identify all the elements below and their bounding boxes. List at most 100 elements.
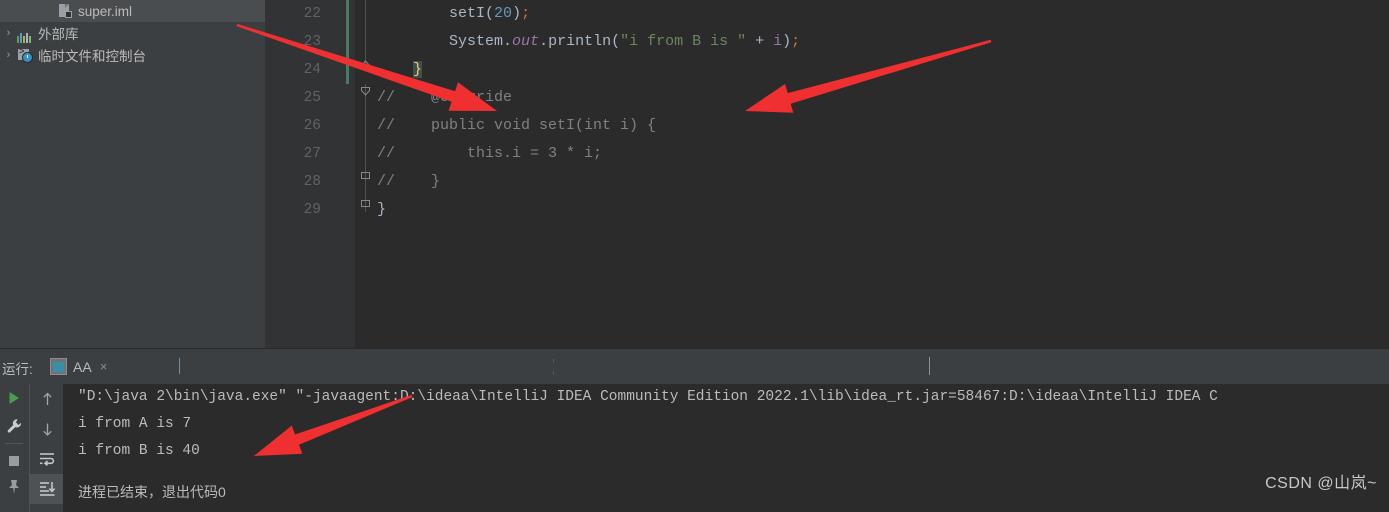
console-line: i from A is 7 <box>78 416 192 432</box>
tree-item-1[interactable]: › 外部库 <box>0 22 265 44</box>
wrench-icon <box>7 418 21 433</box>
code-line[interactable]: } <box>377 56 1389 84</box>
tree-item-label: 临时文件和控制台 <box>38 49 146 64</box>
tab-divider-right <box>929 357 930 375</box>
fold-end-icon-line29[interactable] <box>359 197 372 210</box>
code-token: } <box>413 61 423 78</box>
code-token: out <box>512 33 540 50</box>
editor-gutter[interactable]: 22 23 24 25 26 27 28 29 <box>265 0 355 348</box>
run-button[interactable] <box>0 384 28 412</box>
code-token: ( <box>611 33 621 50</box>
scroll-to-end-button[interactable] <box>30 474 64 504</box>
arrow-up-icon <box>42 392 52 405</box>
tab-tick-lower <box>553 371 554 375</box>
code-token: // this.i = 3 * i; <box>377 145 603 162</box>
line-number[interactable]: 26 <box>265 112 355 140</box>
ide-window: ›super.iml › 外部库 › 临时文件和控制台 2223242526272829 <box>0 0 1389 512</box>
line-number[interactable]: 23 <box>265 28 355 56</box>
scroll-down-button[interactable] <box>30 414 64 444</box>
code-token: 20 <box>494 5 513 22</box>
code-text-area[interactable]: setI(20); System.out.println("i from B i… <box>377 0 1389 348</box>
code-token: } <box>377 201 387 218</box>
code-editor[interactable]: 22 23 24 25 26 27 28 29 setI(20); System… <box>265 0 1389 348</box>
code-token: System <box>449 33 504 50</box>
run-actions-toolbar[interactable] <box>0 384 28 512</box>
code-folding-rail[interactable] <box>355 0 377 348</box>
scroll-to-end-icon <box>40 482 56 496</box>
pin-button[interactable] <box>0 475 28 493</box>
chevron-right-icon[interactable]: › <box>0 49 17 61</box>
scratches-consoles-icon <box>17 47 33 63</box>
tree-item-label: 外部库 <box>38 27 79 42</box>
console-actions-toolbar[interactable] <box>29 384 64 512</box>
code-line[interactable]: setI(20); <box>377 0 1389 28</box>
code-line[interactable]: System.out.println("i from B is " + i); <box>377 28 1389 56</box>
code-line[interactable]: // } <box>377 168 1389 196</box>
console-line: 进程已结束，退出代码0 <box>78 484 226 500</box>
code-token: // } <box>377 173 441 190</box>
iml-file-icon <box>57 3 73 19</box>
tree-item-2[interactable]: › 临时文件和控制台 <box>0 44 265 66</box>
vcs-change-marker <box>346 0 349 84</box>
fold-expand-icon-line25[interactable] <box>359 86 372 99</box>
csdn-watermark: CSDN @山岚~ <box>1265 475 1377 492</box>
tree-item-label: super.iml <box>78 3 133 19</box>
console-output[interactable]: "D:\java 2\bin\java.exe" "-javaagent:D:\… <box>63 384 1389 512</box>
line-number[interactable]: 27 <box>265 140 355 168</box>
arrow-down-icon <box>42 423 52 436</box>
code-token: // @Override <box>377 89 513 106</box>
code-line[interactable]: // public void setI(int i) { <box>377 112 1389 140</box>
code-token: "i from B is " <box>620 33 747 50</box>
line-number[interactable]: 22 <box>265 0 355 28</box>
tab-tick-upper <box>553 359 554 363</box>
code-token: + <box>746 33 774 50</box>
run-config-icon <box>50 358 67 375</box>
line-number[interactable]: 28 <box>265 168 355 196</box>
code-token: ) <box>512 5 522 22</box>
console-line: i from B is 40 <box>78 443 200 459</box>
code-line[interactable]: } <box>377 196 1389 224</box>
console-line: "D:\java 2\bin\java.exe" "-javaagent:D:\… <box>78 389 1218 405</box>
play-icon <box>9 392 19 404</box>
soft-wrap-button[interactable] <box>30 444 64 474</box>
fold-rail-line-lower <box>365 84 366 212</box>
line-number[interactable]: 24 <box>265 56 355 84</box>
scroll-up-button[interactable] <box>30 384 64 414</box>
fold-collapse-icon-line24[interactable] <box>359 57 372 70</box>
pin-icon <box>9 480 19 493</box>
code-token: ; <box>791 33 801 50</box>
run-window-title: 运行: <box>2 362 33 377</box>
code-token: // public void setI(int i) { <box>377 117 657 134</box>
code-token: ; <box>521 5 531 22</box>
code-token: .println <box>539 33 612 50</box>
code-token: ) <box>782 33 792 50</box>
soft-wrap-icon <box>40 453 55 467</box>
stop-icon <box>9 456 19 466</box>
fold-end-icon-line28[interactable] <box>359 169 372 182</box>
line-number[interactable]: 25 <box>265 84 355 112</box>
tree-item-0[interactable]: ›super.iml <box>0 0 265 22</box>
run-tab-label: AA <box>73 358 92 375</box>
line-number[interactable]: 29 <box>265 196 355 224</box>
code-token: setI <box>449 5 486 22</box>
run-configuration-tab[interactable]: AA × <box>42 349 115 384</box>
stop-button[interactable] <box>0 447 28 475</box>
code-line[interactable]: // @Override <box>377 84 1389 112</box>
run-tool-window: 运行: AA × "D:\java 2\bin\java.exe" "-java… <box>0 348 1389 512</box>
code-token: . <box>503 33 513 50</box>
run-tab-bar[interactable]: 运行: AA × <box>0 349 1389 384</box>
settings-wrench-button[interactable] <box>0 412 28 440</box>
tab-separator-caret <box>179 358 180 374</box>
toolbar-divider <box>5 443 23 444</box>
code-line[interactable]: // this.i = 3 * i; <box>377 140 1389 168</box>
code-token: i <box>773 33 783 50</box>
external-libraries-icon <box>17 24 33 43</box>
chevron-right-icon[interactable]: › <box>0 27 17 39</box>
code-token: ( <box>485 5 495 22</box>
close-icon[interactable]: × <box>100 360 108 373</box>
project-tree-panel[interactable]: ›super.iml › 外部库 › 临时文件和控制台 <box>0 0 265 348</box>
